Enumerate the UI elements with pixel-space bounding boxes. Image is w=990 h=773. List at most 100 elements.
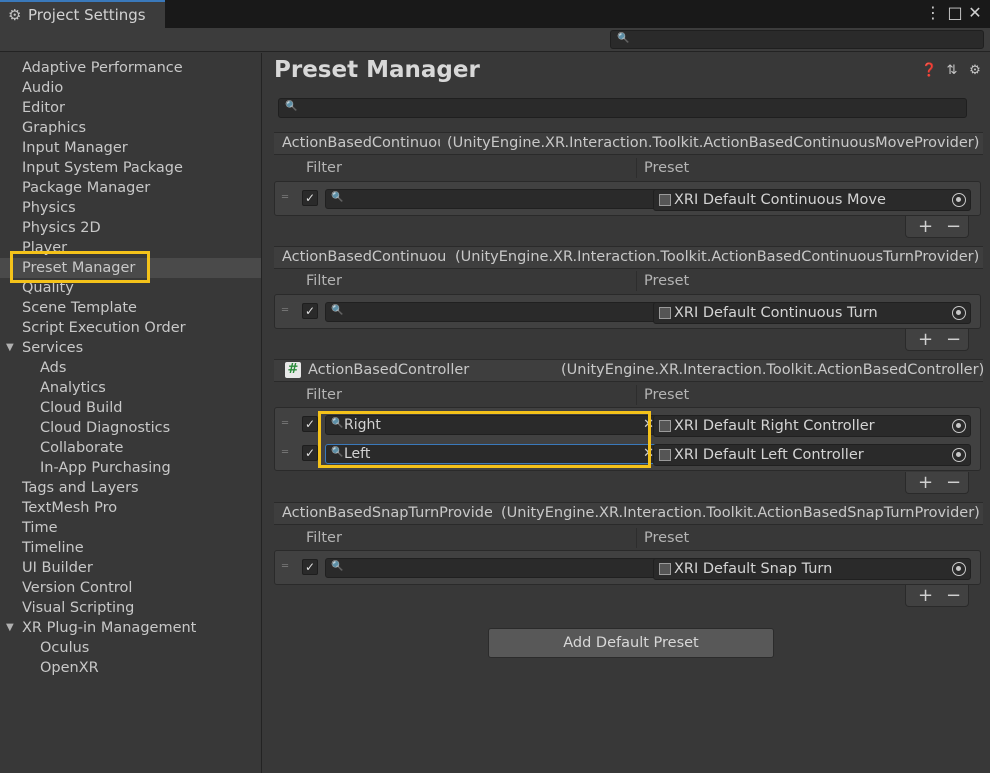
group-header-turn-provider[interactable]: ActionBasedContinuou (UnityEngine.XR.Int…: [274, 246, 983, 269]
search-icon: 🔍: [331, 192, 344, 203]
sidebar: Adaptive Performance Audio Editor Graphi…: [0, 53, 262, 773]
main-panel: Preset Manager ❓ ⇅ ⚙ 🔍 ActionBasedContin…: [262, 53, 990, 773]
add-item-icon[interactable]: +: [918, 216, 933, 237]
object-picker-icon[interactable]: [952, 562, 966, 576]
sidebar-item-script-execution-order[interactable]: Script Execution Order: [22, 318, 186, 338]
column-separator: [636, 385, 637, 405]
help-icon[interactable]: ❓: [921, 63, 937, 79]
column-preset: Preset: [644, 273, 690, 289]
object-picker-icon[interactable]: [952, 419, 966, 433]
sidebar-item-cloud-build[interactable]: Cloud Build: [40, 398, 122, 418]
sidebar-item-textmesh-pro[interactable]: TextMesh Pro: [22, 498, 117, 518]
sidebar-item-player[interactable]: Player: [22, 238, 67, 258]
list-add-remove: + −: [905, 472, 969, 494]
filter-input-right[interactable]: 🔍 Right ✕: [325, 415, 660, 435]
preset-list: ═ ✓ 🔍 XRI Default Snap Turn: [274, 550, 981, 585]
remove-item-icon[interactable]: −: [946, 585, 961, 606]
filter-input[interactable]: 🔍: [325, 302, 660, 322]
sidebar-item-timeline[interactable]: Timeline: [22, 538, 84, 558]
column-filter: Filter: [306, 273, 342, 289]
sidebar-item-audio[interactable]: Audio: [22, 78, 63, 98]
sidebar-item-scene-template[interactable]: Scene Template: [22, 298, 137, 318]
add-item-icon[interactable]: +: [918, 585, 933, 606]
sidebar-item-collaborate[interactable]: Collaborate: [40, 438, 123, 458]
drag-handle-icon[interactable]: ═: [282, 306, 294, 316]
preset-object-field[interactable]: XRI Default Snap Turn: [653, 558, 971, 580]
close-icon[interactable]: ✕: [966, 4, 984, 22]
list-add-remove: + −: [905, 585, 969, 607]
preset-object-field[interactable]: XRI Default Right Controller: [653, 415, 971, 437]
column-separator: [636, 271, 637, 291]
row-checkbox[interactable]: ✓: [302, 303, 318, 319]
sidebar-item-visual-scripting[interactable]: Visual Scripting: [22, 598, 134, 618]
settings-gear-icon[interactable]: ⚙: [967, 63, 983, 79]
sidebar-item-analytics[interactable]: Analytics: [40, 378, 106, 398]
preset-object-field[interactable]: XRI Default Left Controller: [653, 444, 971, 466]
group-type-full: (UnityEngine.XR.Interaction.Toolkit.Acti…: [447, 135, 980, 151]
sidebar-item-xr-plugin-management[interactable]: XR Plug-in Management: [22, 618, 196, 638]
sidebar-item-graphics[interactable]: Graphics: [22, 118, 86, 138]
object-picker-icon[interactable]: [952, 306, 966, 320]
preset-object-field[interactable]: XRI Default Continuous Move: [653, 189, 971, 211]
filter-input-left[interactable]: 🔍 Left ✕: [325, 444, 660, 464]
sidebar-item-package-manager[interactable]: Package Manager: [22, 178, 150, 198]
sidebar-item-editor[interactable]: Editor: [22, 98, 65, 118]
add-item-icon[interactable]: +: [918, 329, 933, 350]
drag-handle-icon[interactable]: ═: [282, 419, 294, 429]
remove-item-icon[interactable]: −: [946, 216, 961, 237]
group-header-move-provider[interactable]: ActionBasedContinuou (UnityEngine.XR.Int…: [274, 132, 983, 155]
sidebar-item-input-manager[interactable]: Input Manager: [22, 138, 128, 158]
drag-handle-icon[interactable]: ═: [282, 193, 294, 203]
row-checkbox[interactable]: ✓: [302, 559, 318, 575]
group-header-snap-turn[interactable]: ActionBasedSnapTurnProvide (UnityEngine.…: [274, 502, 983, 525]
column-filter: Filter: [306, 530, 342, 546]
sidebar-item-quality[interactable]: Quality: [22, 278, 74, 298]
sidebar-item-time[interactable]: Time: [22, 518, 58, 538]
group-type-full: (UnityEngine.XR.Interaction.Toolkit.Acti…: [455, 249, 980, 265]
object-picker-icon[interactable]: [952, 193, 966, 207]
remove-item-icon[interactable]: −: [946, 329, 961, 350]
row-checkbox[interactable]: ✓: [302, 190, 318, 206]
sidebar-item-services[interactable]: Services: [22, 338, 83, 358]
sidebar-item-openxr[interactable]: OpenXR: [40, 658, 99, 678]
more-options-icon[interactable]: ⋮: [924, 4, 942, 22]
sidebar-item-tags-and-layers[interactable]: Tags and Layers: [22, 478, 139, 498]
window-tab[interactable]: ⚙ Project Settings: [0, 0, 165, 28]
window-titlebar: ⚙ Project Settings ⋮ □ ✕: [0, 0, 990, 28]
preset-asset-icon: [659, 194, 671, 206]
add-item-icon[interactable]: +: [918, 472, 933, 493]
preset-sliders-icon[interactable]: ⇅: [944, 63, 960, 79]
preset-search-input[interactable]: 🔍: [278, 98, 967, 118]
sidebar-item-preset-manager[interactable]: Preset Manager: [22, 258, 135, 278]
xr-expand-icon[interactable]: ▼: [6, 622, 14, 633]
sidebar-item-physics-2d[interactable]: Physics 2D: [22, 218, 101, 238]
sidebar-item-ads[interactable]: Ads: [40, 358, 66, 378]
object-picker-icon[interactable]: [952, 448, 966, 462]
row-checkbox[interactable]: ✓: [302, 416, 318, 432]
filter-input[interactable]: 🔍: [325, 189, 660, 209]
drag-handle-icon[interactable]: ═: [282, 562, 294, 572]
sidebar-item-cloud-diagnostics[interactable]: Cloud Diagnostics: [40, 418, 170, 438]
sidebar-item-physics[interactable]: Physics: [22, 198, 76, 218]
services-expand-icon[interactable]: ▼: [6, 342, 14, 353]
sidebar-item-adaptive-performance[interactable]: Adaptive Performance: [22, 58, 183, 78]
sidebar-item-oculus[interactable]: Oculus: [40, 638, 89, 658]
sidebar-item-version-control[interactable]: Version Control: [22, 578, 132, 598]
sidebar-item-ui-builder[interactable]: UI Builder: [22, 558, 93, 578]
filter-input[interactable]: 🔍: [325, 558, 660, 578]
maximize-icon[interactable]: □: [946, 4, 964, 22]
group-header-controller[interactable]: # ActionBasedController (UnityEngine.XR.…: [274, 359, 984, 382]
group-type-name: ActionBasedContinuou: [282, 135, 440, 151]
row-checkbox[interactable]: ✓: [302, 445, 318, 461]
drag-handle-icon[interactable]: ═: [282, 448, 294, 458]
settings-search-input[interactable]: 🔍: [610, 30, 984, 49]
remove-item-icon[interactable]: −: [946, 472, 961, 493]
preset-list: ═ ✓ 🔍 XRI Default Continuous Move: [274, 181, 981, 216]
sidebar-item-input-system-package[interactable]: Input System Package: [22, 158, 183, 178]
column-filter: Filter: [306, 387, 342, 403]
search-icon: 🔍: [331, 561, 344, 572]
sidebar-item-in-app-purchasing[interactable]: In-App Purchasing: [40, 458, 171, 478]
column-separator: [636, 528, 637, 548]
preset-object-field[interactable]: XRI Default Continuous Turn: [653, 302, 971, 324]
add-default-preset-button[interactable]: Add Default Preset: [488, 628, 774, 658]
